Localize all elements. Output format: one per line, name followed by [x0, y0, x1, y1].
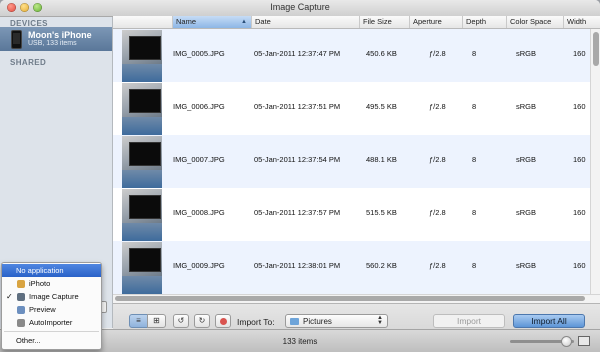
cell-name: IMG_0007.JPG	[173, 155, 225, 164]
cell-aperture: ƒ/2.8	[429, 208, 446, 217]
checkmark-icon: ✓	[6, 292, 13, 301]
table-row[interactable]: IMG_0008.JPG 05-Jan-2011 12:37:57 PM 515…	[113, 188, 600, 241]
col-aperture[interactable]: Aperture	[409, 16, 462, 28]
import-all-button[interactable]: Import All	[513, 314, 585, 328]
table-row[interactable]: IMG_0009.JPG 05-Jan-2011 12:38:01 PM 560…	[113, 241, 600, 294]
col-depth[interactable]: Depth	[462, 16, 506, 28]
cell-size: 515.5 KB	[366, 208, 397, 217]
menu-separator	[4, 331, 99, 332]
cell-width: 160	[573, 49, 586, 58]
cell-width: 160	[573, 102, 586, 111]
preview-icon	[17, 306, 25, 314]
image-capture-icon	[17, 293, 25, 301]
cell-depth: 8	[472, 261, 477, 270]
cell-color-space: sRGB	[516, 49, 537, 58]
iphoto-icon	[17, 280, 25, 288]
sort-ascending-icon: ▲	[241, 19, 247, 25]
cell-aperture: ƒ/2.8	[429, 261, 446, 270]
cell-width: 160	[573, 208, 586, 217]
image-capture-window: Image Capture DEVICES Moon's iPhone USB,…	[0, 0, 600, 352]
cell-width: 160	[573, 155, 586, 164]
cell-color-space: sRGB	[516, 261, 537, 270]
table-row[interactable]: IMG_0005.JPG 05-Jan-2011 12:37:47 PM 450…	[113, 29, 600, 82]
table-row[interactable]: IMG_0007.JPG 05-Jan-2011 12:37:54 PM 488…	[113, 135, 600, 188]
import-destination-select[interactable]: Pictures ▲ ▼	[285, 314, 388, 328]
thumbnail-image	[122, 83, 162, 135]
slider-knob[interactable]	[561, 336, 572, 347]
list-view-icon[interactable]: ≡	[129, 314, 148, 328]
folder-icon	[290, 318, 299, 325]
cell-name: IMG_0005.JPG	[173, 49, 225, 58]
vertical-scrollbar[interactable]	[590, 29, 600, 294]
table-header: Name ▲ Date File Size Aperture Depth Colo…	[113, 16, 600, 29]
col-date[interactable]: Date	[251, 16, 359, 28]
rotate-right-icon[interactable]: ↻	[194, 314, 210, 328]
cell-depth: 8	[472, 49, 477, 58]
rotate-left-icon[interactable]: ↺	[173, 314, 189, 328]
cell-depth: 8	[472, 208, 477, 217]
cell-date: 05-Jan-2011 12:37:51 PM	[254, 102, 341, 111]
sidebar-item-iphone[interactable]: Moon's iPhone USB, 133 items	[0, 27, 112, 51]
thumbnail-image	[122, 136, 162, 188]
menu-item-autoimporter[interactable]: AutoImporter	[2, 316, 101, 329]
import-to-label: Import To:	[237, 317, 275, 327]
cell-size: 450.6 KB	[366, 49, 397, 58]
cell-size: 488.1 KB	[366, 155, 397, 164]
cell-name: IMG_0009.JPG	[173, 261, 225, 270]
menu-item-other[interactable]: Other...	[2, 334, 101, 347]
col-file-size[interactable]: File Size	[359, 16, 409, 28]
cell-date: 05-Jan-2011 12:37:57 PM	[254, 208, 341, 217]
menu-item-iphoto[interactable]: iPhoto	[2, 277, 101, 290]
iphone-icon	[11, 30, 22, 49]
thumbnail-image	[122, 30, 162, 82]
import-destination-value: Pictures	[303, 317, 332, 326]
cell-color-space: sRGB	[516, 102, 537, 111]
cell-name: IMG_0006.JPG	[173, 102, 225, 111]
table-row[interactable]: IMG_0006.JPG 05-Jan-2011 12:37:51 PM 495…	[113, 82, 600, 135]
cell-color-space: sRGB	[516, 155, 537, 164]
vertical-scroll-thumb[interactable]	[593, 32, 599, 66]
col-width[interactable]: Width	[563, 16, 600, 28]
cell-color-space: sRGB	[516, 208, 537, 217]
menu-item-image-capture[interactable]: ✓ Image Capture	[2, 290, 101, 303]
thumbnail-image	[122, 242, 162, 294]
cell-depth: 8	[472, 102, 477, 111]
horizontal-scroll-thumb[interactable]	[115, 296, 585, 301]
title-bar: Image Capture	[0, 0, 600, 17]
cell-aperture: ƒ/2.8	[429, 102, 446, 111]
cell-date: 05-Jan-2011 12:37:47 PM	[254, 49, 341, 58]
cell-depth: 8	[472, 155, 477, 164]
cell-width: 160	[573, 261, 586, 270]
cell-date: 05-Jan-2011 12:37:54 PM	[254, 155, 341, 164]
connect-app-menu: No application iPhoto ✓ Image Capture Pr…	[1, 262, 102, 350]
menu-item-no-application[interactable]: No application	[2, 264, 101, 277]
horizontal-scrollbar[interactable]	[113, 294, 600, 303]
file-list: IMG_0005.JPG 05-Jan-2011 12:37:47 PM 450…	[113, 29, 600, 294]
col-name[interactable]: Name ▲	[172, 16, 251, 28]
delete-icon[interactable]	[215, 314, 231, 328]
menu-item-preview[interactable]: Preview	[2, 303, 101, 316]
cell-aperture: ƒ/2.8	[429, 49, 446, 58]
cell-size: 560.2 KB	[366, 261, 397, 270]
cell-aperture: ƒ/2.8	[429, 155, 446, 164]
import-button[interactable]: Import	[433, 314, 505, 328]
autoimporter-icon	[17, 319, 25, 327]
cell-size: 495.5 KB	[366, 102, 397, 111]
col-color-space[interactable]: Color Space	[506, 16, 563, 28]
cell-date: 05-Jan-2011 12:38:01 PM	[254, 261, 341, 270]
window-title: Image Capture	[270, 2, 330, 12]
device-subtitle: USB, 133 items	[28, 40, 77, 47]
grid-view-icon[interactable]: ⊞	[147, 314, 166, 328]
shared-heading: SHARED	[10, 58, 47, 67]
device-name: Moon's iPhone	[28, 30, 92, 40]
thumbnail-image	[122, 189, 162, 241]
col-thumbnail[interactable]	[113, 16, 172, 28]
cell-name: IMG_0008.JPG	[173, 208, 225, 217]
large-thumbnail-icon	[578, 336, 590, 346]
popup-arrows-icon: ▲ ▼	[377, 315, 383, 326]
